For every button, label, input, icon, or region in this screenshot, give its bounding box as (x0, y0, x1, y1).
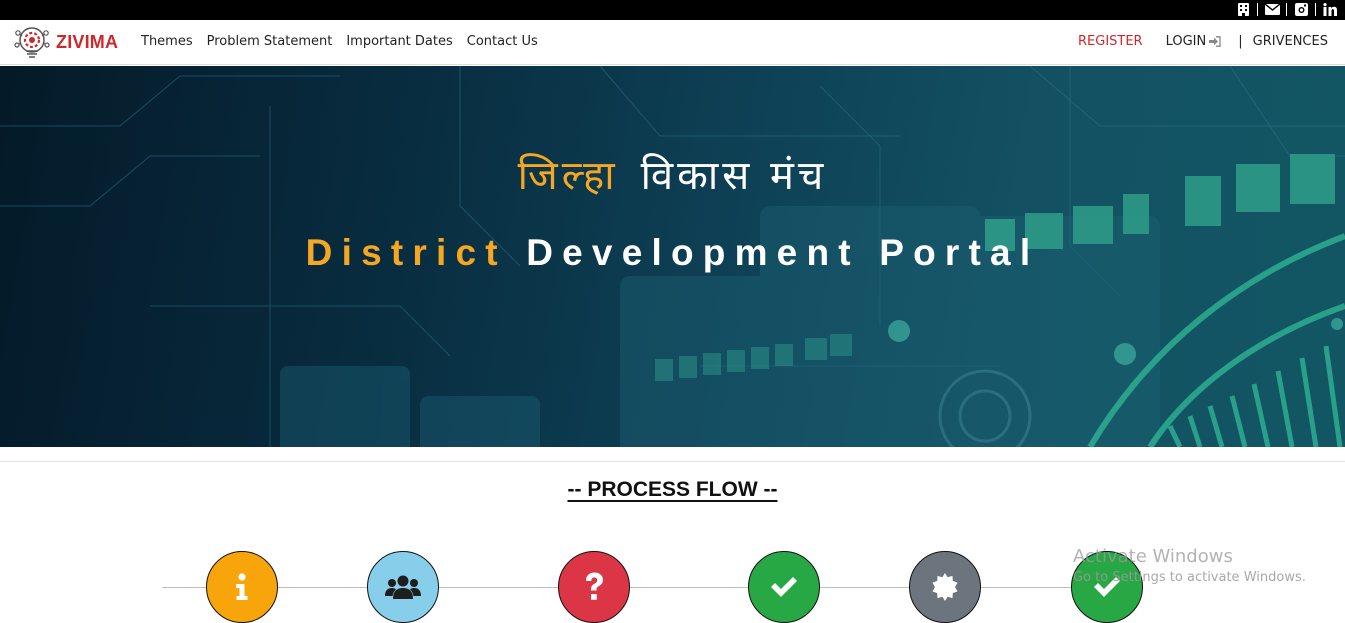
question-icon (586, 572, 603, 600)
linkedin-icon[interactable] (1321, 1, 1339, 17)
brand-logo-icon (13, 23, 51, 66)
step-approved[interactable] (748, 551, 820, 623)
hero-english-title: District Development Portal (0, 232, 1345, 274)
english-title-part1: District (305, 232, 507, 273)
hindi-title-part2: विकास मंच (640, 153, 828, 199)
brand-name: ZIVIMA (56, 32, 119, 52)
login-label: LOGIN (1165, 34, 1207, 49)
watermark-subtitle: Go to Settings to activate Windows. (1073, 570, 1306, 585)
windows-activation-watermark: Activate Windows Go to Settings to activ… (1073, 546, 1306, 585)
divider (1257, 2, 1258, 16)
login-link[interactable]: LOGIN (1166, 34, 1222, 49)
nav-themes[interactable]: Themes (141, 34, 193, 49)
step-team[interactable] (367, 551, 439, 623)
nav-separator: | (1238, 34, 1243, 49)
social-icons (1234, 1, 1339, 17)
hero-hindi-title: जिल्हा विकास मंच (0, 146, 1345, 201)
account-nav: REGISTER LOGIN | GRIVENCES (1078, 34, 1328, 49)
divider (1315, 2, 1316, 16)
watermark-title: Activate Windows (1073, 546, 1233, 567)
section-divider (0, 461, 1345, 462)
nav-contact-us[interactable]: Contact Us (467, 34, 538, 49)
primary-nav: Themes Problem Statement Important Dates… (141, 34, 538, 49)
step-evaluation[interactable] (909, 551, 981, 623)
english-title-part2: Development Portal (526, 232, 1040, 273)
grievances-link[interactable]: GRIVENCES (1253, 34, 1328, 49)
nav-important-dates[interactable]: Important Dates (346, 34, 452, 49)
envelope-icon[interactable] (1263, 1, 1281, 17)
hero-banner: जिल्हा विकास मंच District Development Por… (0, 66, 1345, 447)
gear-badge-icon (932, 573, 958, 601)
register-link[interactable]: REGISTER (1078, 34, 1143, 49)
building-icon[interactable] (1234, 1, 1252, 17)
nav-problem-statement[interactable]: Problem Statement (207, 34, 333, 49)
hindi-title-part1: जिल्हा (517, 153, 619, 199)
process-flow-line (162, 587, 1142, 588)
main-navbar: ZIVIMA Themes Problem Statement Importan… (0, 20, 1345, 65)
info-icon (236, 573, 248, 600)
process-flow-title: -- PROCESS FLOW -- (567, 478, 778, 501)
brand[interactable]: ZIVIMA (13, 23, 118, 66)
process-flow-heading: -- PROCESS FLOW -- (0, 478, 1345, 502)
step-question[interactable] (558, 551, 630, 623)
check-icon (771, 577, 797, 597)
step-info[interactable] (206, 551, 278, 623)
instagram-icon[interactable] (1292, 1, 1310, 17)
sign-in-icon (1209, 36, 1221, 47)
divider (1286, 2, 1287, 16)
users-icon (385, 575, 421, 599)
top-social-bar (0, 0, 1345, 20)
